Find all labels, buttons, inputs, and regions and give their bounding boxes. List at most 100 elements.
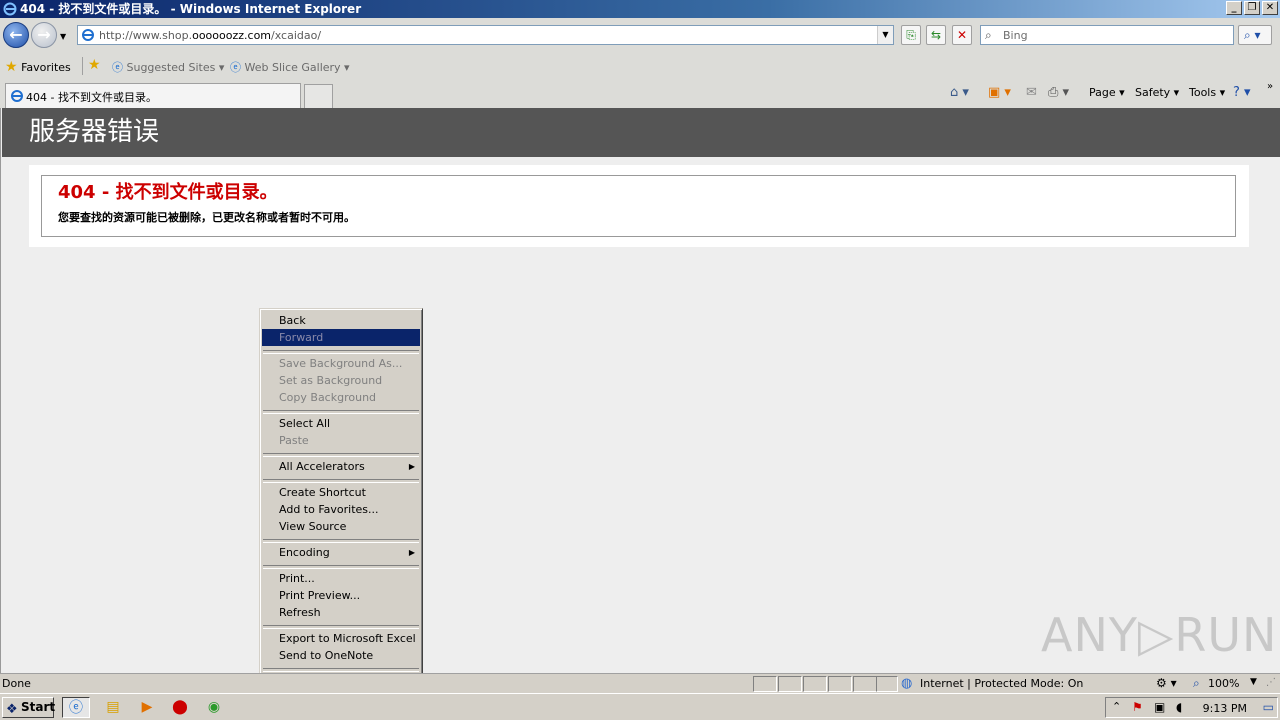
menu-item-save-background-as: Save Background As...	[262, 355, 420, 372]
zoom-icon[interactable]: ⌕	[1193, 676, 1200, 691]
system-tray: ⌃ ⚑ ▣ ◖ 9:13 PM ▭	[1105, 697, 1278, 718]
address-toolbar: ← → ▼ http://www.shop.oooooozz.com/xcaid…	[0, 18, 1280, 52]
address-bar[interactable]: http://www.shop.oooooozz.com/xcaidao/ ▼	[77, 25, 894, 45]
menu-item-refresh[interactable]: Refresh	[262, 604, 420, 621]
tools-menu[interactable]: Tools ▾	[1189, 86, 1225, 99]
ie-page-icon: ⓔ	[230, 61, 241, 74]
menu-item-label: View Source	[279, 520, 347, 533]
context-menu: Back Forward Save Background As... Set as B…	[259, 308, 423, 691]
menu-item-encoding[interactable]: Encoding ▶	[262, 544, 420, 561]
resize-grip-icon[interactable]: ⋰	[1266, 677, 1276, 688]
forward-button[interactable]: →	[31, 22, 57, 48]
menu-separator	[262, 406, 420, 415]
feeds-icon[interactable]: ▣ ▾	[988, 85, 1011, 100]
menu-item-all-accelerators[interactable]: All Accelerators ▶	[262, 458, 420, 475]
ie-page-icon: ⓔ	[112, 61, 123, 74]
suggested-sites-link[interactable]: ⓔ Suggested Sites ▾	[112, 59, 224, 75]
url-text[interactable]: http://www.shop.oooooozz.com/xcaidao/	[99, 29, 321, 42]
search-placeholder: Bing	[1003, 29, 1028, 42]
page-viewport: 服务器错误 404 - 找不到文件或目录。 您要查找的资源可能已被删除，已更改名…	[0, 108, 1280, 673]
menu-separator	[262, 346, 420, 355]
window-title-bar[interactable]: 404 - 找不到文件或目录。 - Windows Internet Explo…	[0, 0, 1280, 18]
start-button[interactable]: ❖ Start	[2, 697, 55, 718]
menu-separator	[262, 475, 420, 484]
explorer-folder-icon[interactable]: ▤	[99, 697, 127, 718]
back-button[interactable]: ←	[3, 22, 29, 48]
menu-item-label: Forward	[279, 331, 324, 344]
chrome-icon[interactable]: ◉	[200, 697, 228, 718]
status-cell	[778, 676, 802, 692]
window-title: 404 - 找不到文件或目录。 - Windows Internet Explo…	[20, 2, 362, 16]
volume-icon[interactable]: ◖	[1176, 700, 1182, 714]
close-window-button[interactable]: ✕	[1262, 1, 1278, 15]
opera-icon[interactable]: ⬤	[166, 697, 194, 718]
add-to-favorites-bar-icon[interactable]: ★	[88, 57, 101, 73]
menu-item-label: All Accelerators	[279, 460, 365, 473]
media-player-icon[interactable]: ▶	[133, 697, 161, 718]
menu-item-add-to-favorites[interactable]: Add to Favorites...	[262, 501, 420, 518]
action-center-icon[interactable]: ⚑	[1132, 700, 1143, 714]
star-icon: ★	[5, 59, 18, 75]
zoom-level[interactable]: 100%	[1208, 677, 1239, 690]
chevron-more-icon[interactable]: »	[1267, 81, 1273, 92]
read-mail-icon[interactable]: ✉	[1026, 85, 1037, 100]
help-icon[interactable]: ? ▾	[1233, 85, 1251, 100]
menu-item-set-as-background: Set as Background	[262, 372, 420, 389]
menu-item-label: Create Shortcut	[279, 486, 366, 499]
menu-item-label: Encoding	[279, 546, 330, 559]
page-header: 服务器错误	[2, 108, 1280, 157]
taskbar-ie-button[interactable]: ⓔ	[62, 697, 90, 718]
recent-pages-dropdown-icon[interactable]: ▼	[60, 32, 70, 41]
page-menu[interactable]: Page ▾	[1089, 86, 1125, 99]
status-cell	[853, 676, 877, 692]
search-button[interactable]: ⌕ ▾	[1238, 25, 1272, 45]
address-dropdown-icon[interactable]: ▼	[877, 26, 893, 44]
menu-item-back[interactable]: Back	[262, 312, 420, 329]
protected-mode-icon[interactable]: ⚙ ▾	[1156, 676, 1177, 690]
search-provider-icon: ⌕	[985, 28, 992, 42]
menu-item-view-source[interactable]: View Source	[262, 518, 420, 535]
compatibility-view-icon[interactable]: ⎘	[901, 25, 921, 45]
status-cell	[828, 676, 852, 692]
menu-separator	[262, 561, 420, 570]
menu-separator	[262, 621, 420, 630]
menu-item-export-to-microsoft-excel[interactable]: Export to Microsoft Excel	[262, 630, 420, 647]
print-icon[interactable]: ⎙ ▾	[1048, 85, 1069, 100]
menu-item-label: Refresh	[279, 606, 321, 619]
web-slice-gallery-link[interactable]: ⓔ Web Slice Gallery ▾	[230, 59, 350, 75]
favorites-bar: ★ Favorites ★ ⓔ Suggested Sites ▾ ⓔ Web …	[0, 52, 1280, 80]
zoom-dropdown-icon[interactable]: ▼	[1250, 677, 1257, 687]
clock[interactable]: 9:13 PM	[1203, 702, 1247, 715]
error-message: 您要查找的资源可能已被删除，已更改名称或者暂时不可用。	[58, 211, 355, 224]
refresh-icon[interactable]: ⇆	[926, 25, 946, 45]
network-icon[interactable]: ▣	[1154, 700, 1165, 714]
favorites-button[interactable]: ★ Favorites	[5, 59, 71, 75]
menu-item-label: Paste	[279, 434, 309, 447]
error-box: 404 - 找不到文件或目录。 您要查找的资源可能已被删除，已更改名称或者暂时不…	[41, 175, 1236, 237]
zone-text[interactable]: Internet | Protected Mode: On	[920, 677, 1083, 690]
menu-item-send-to-onenote[interactable]: Send to OneNote	[262, 647, 420, 664]
menu-item-label: Back	[279, 314, 306, 327]
search-box[interactable]: ⌕ Bing	[980, 25, 1234, 45]
submenu-arrow-icon: ▶	[408, 462, 415, 471]
menu-item-select-all[interactable]: Select All	[262, 415, 420, 432]
status-cell	[803, 676, 827, 692]
watermark: ANY▷RUN	[1041, 608, 1278, 662]
show-hidden-icons-icon[interactable]: ⌃	[1112, 700, 1121, 713]
minimize-button[interactable]: _	[1226, 1, 1242, 15]
menu-item-create-shortcut[interactable]: Create Shortcut	[262, 484, 420, 501]
menu-item-label: Add to Favorites...	[279, 503, 379, 516]
ie-tab-icon	[10, 89, 24, 106]
home-icon[interactable]: ⌂ ▾	[950, 85, 969, 100]
menu-item-print-preview[interactable]: Print Preview...	[262, 587, 420, 604]
new-tab-button[interactable]	[304, 84, 333, 108]
tab-404[interactable]: 404 - 找不到文件或目录。	[5, 83, 301, 108]
menu-item-label: Print...	[279, 572, 315, 585]
menu-item-print[interactable]: Print...	[262, 570, 420, 587]
menu-item-label: Set as Background	[279, 374, 383, 387]
show-desktop-icon[interactable]: ▭	[1263, 700, 1274, 714]
maximize-button[interactable]: ❐	[1244, 1, 1260, 15]
status-text: Done	[2, 677, 31, 690]
safety-menu[interactable]: Safety ▾	[1135, 86, 1179, 99]
stop-icon[interactable]: ✕	[952, 25, 972, 45]
